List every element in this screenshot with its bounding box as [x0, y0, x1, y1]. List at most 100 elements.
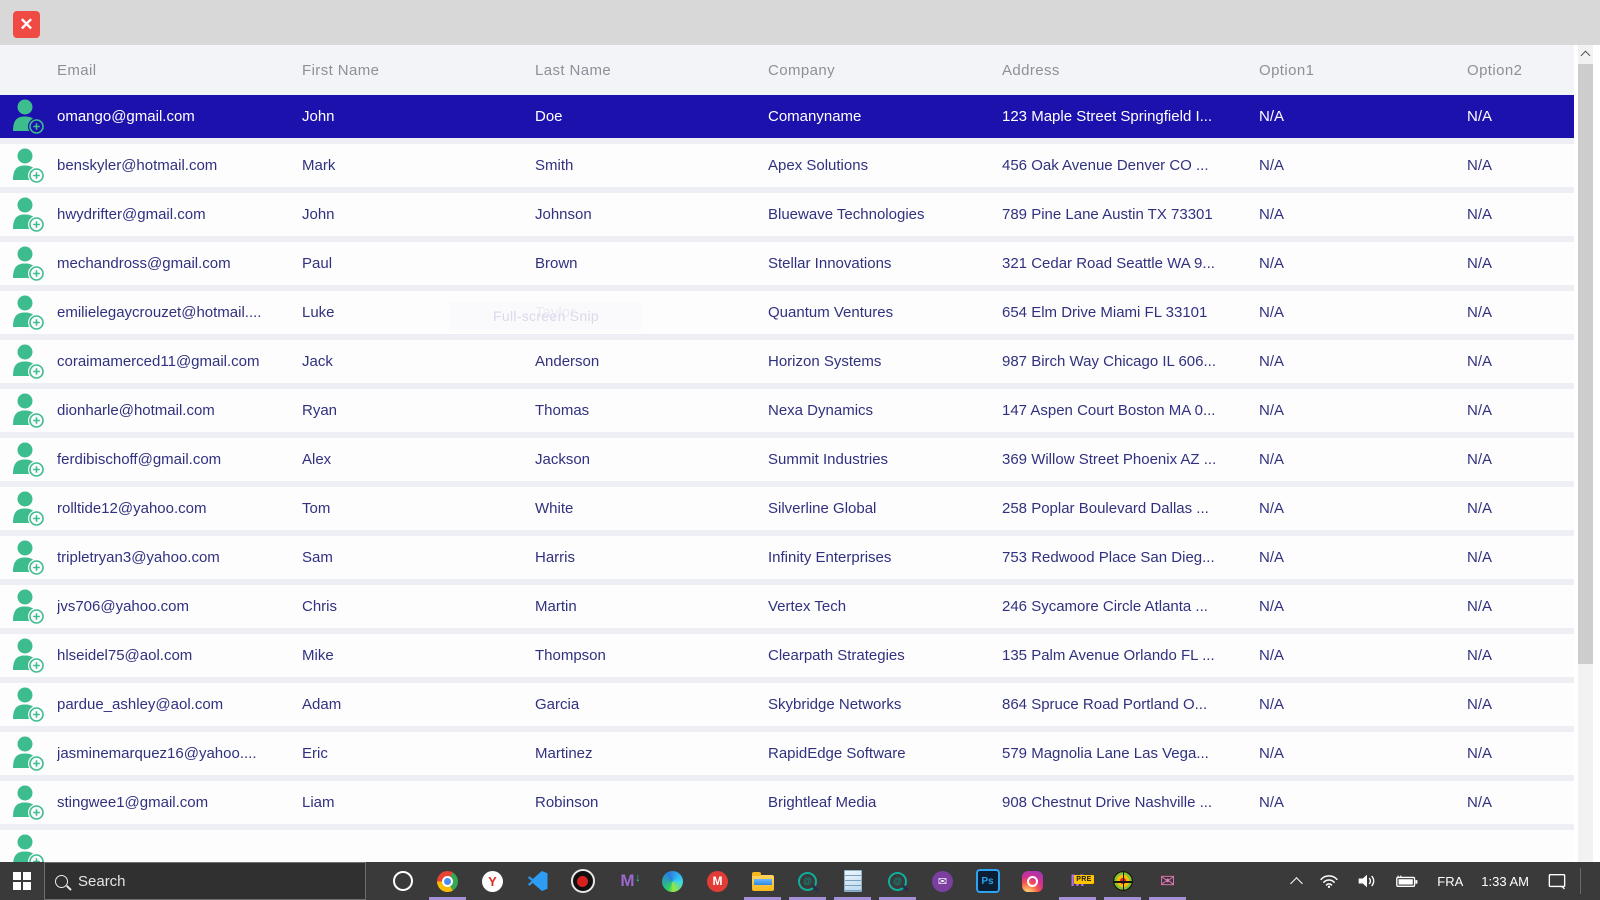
cell-address: 908 Chestnut Drive Nashville ... [1002, 794, 1259, 811]
table-row[interactable]: tripletryan3@yahoo.com Sam Harris Infini… [0, 536, 1574, 579]
cell-option2: N/A [1467, 794, 1574, 811]
cell-option1: N/A [1259, 451, 1467, 468]
add-contact-icon[interactable] [0, 438, 57, 481]
table-row[interactable]: mechandross@gmail.com Paul Brown Stellar… [0, 242, 1574, 285]
cell-email: tripletryan3@yahoo.com [57, 549, 302, 566]
table-body: omango@gmail.com John Doe Comanyname 123… [0, 95, 1574, 862]
close-button[interactable]: ✕ [13, 11, 40, 38]
add-contact-icon[interactable] [0, 193, 57, 236]
table-row-partial[interactable] [0, 830, 1574, 862]
email-extractor-2-icon[interactable]: @ [875, 862, 920, 900]
add-contact-icon[interactable] [0, 291, 57, 334]
col-email[interactable]: Email [57, 62, 302, 79]
cell-last-name: Jackson [535, 451, 768, 468]
mega-icon[interactable]: M↓ [605, 862, 650, 900]
table-row[interactable]: jasminemarquez16@yahoo.... Eric Martinez… [0, 732, 1574, 775]
cell-option2: N/A [1467, 500, 1574, 517]
photoshop-icon[interactable]: Ps [965, 862, 1010, 900]
cell-address: 456 Oak Avenue Denver CO ... [1002, 157, 1259, 174]
col-option1[interactable]: Option1 [1259, 62, 1467, 79]
cortana-icon[interactable] [380, 862, 425, 900]
add-contact-icon[interactable] [0, 144, 57, 187]
col-address[interactable]: Address [1002, 62, 1259, 79]
add-contact-icon[interactable] [0, 781, 57, 824]
chrome-icon[interactable] [425, 862, 470, 900]
add-contact-icon[interactable] [0, 585, 57, 628]
edge-icon[interactable] [650, 862, 695, 900]
cell-address: 123 Maple Street Springfield I... [1002, 108, 1259, 125]
language-indicator[interactable]: FRA [1430, 862, 1470, 900]
cell-option1: N/A [1259, 696, 1467, 713]
vertical-scrollbar[interactable] [1578, 45, 1593, 862]
add-contact-icon[interactable] [0, 340, 57, 383]
add-contact-icon[interactable] [0, 389, 57, 432]
action-center-icon[interactable] [1540, 862, 1574, 900]
table-row[interactable]: emilielegaycrouzet@hotmail.... Luke Tayl… [0, 291, 1574, 334]
table-row[interactable]: dionharle@hotmail.com Ryan Thomas Nexa D… [0, 389, 1574, 432]
cell-last-name: Brown [535, 255, 768, 272]
cell-option2: N/A [1467, 157, 1574, 174]
email-extractor-icon[interactable]: @ [785, 862, 830, 900]
show-desktop-button[interactable] [1587, 862, 1596, 900]
table-row[interactable]: jvs706@yahoo.com Chris Martin Vertex Tec… [0, 585, 1574, 628]
cell-option1: N/A [1259, 304, 1467, 321]
mail-app-icon[interactable]: ✉ [920, 862, 965, 900]
cell-company: Brightleaf Media [768, 794, 1002, 811]
file-explorer-icon[interactable] [740, 862, 785, 900]
cell-address: 789 Pine Lane Austin TX 73301 [1002, 206, 1259, 223]
table-row[interactable]: hlseidel75@aol.com Mike Thompson Clearpa… [0, 634, 1574, 677]
cell-email: hwydrifter@gmail.com [57, 206, 302, 223]
table-row[interactable]: omango@gmail.com John Doe Comanyname 123… [0, 95, 1574, 138]
cell-address: 135 Palm Avenue Orlando FL ... [1002, 647, 1259, 664]
cell-email: ferdibischoff@gmail.com [57, 451, 302, 468]
cell-address: 579 Magnolia Lane Las Vega... [1002, 745, 1259, 762]
table-row[interactable]: coraimamerced11@gmail.com Jack Anderson … [0, 340, 1574, 383]
table-row[interactable]: hwydrifter@gmail.com John Johnson Bluewa… [0, 193, 1574, 236]
taskbar-search-input[interactable]: Search [44, 862, 366, 900]
table-row[interactable]: benskyler@hotmail.com Mark Smith Apex So… [0, 144, 1574, 187]
add-contact-icon[interactable] [0, 95, 57, 138]
clock[interactable]: 1:33 AM [1474, 862, 1536, 900]
screen-recorder-icon[interactable] [560, 862, 605, 900]
movavi-icon[interactable]: MPRE [1055, 862, 1100, 900]
mail-checker-icon[interactable]: ✉ [1145, 862, 1190, 900]
volume-icon[interactable] [1350, 862, 1384, 900]
add-contact-icon[interactable] [0, 732, 57, 775]
scroll-up-icon[interactable] [1578, 45, 1593, 63]
contacts-table: Email First Name Last Name Company Addre… [0, 45, 1574, 862]
cell-email: mechandross@gmail.com [57, 255, 302, 272]
table-row[interactable]: stingwee1@gmail.com Liam Robinson Bright… [0, 781, 1574, 824]
col-first-name[interactable]: First Name [302, 62, 535, 79]
start-button[interactable] [0, 862, 44, 900]
add-contact-icon[interactable] [0, 536, 57, 579]
table-row[interactable]: pardue_ashley@aol.com Adam Garcia Skybri… [0, 683, 1574, 726]
add-contact-icon[interactable] [0, 487, 57, 530]
gmail-icon[interactable]: M [695, 862, 740, 900]
add-contact-icon[interactable] [0, 242, 57, 285]
search-icon [55, 875, 68, 888]
cell-option1: N/A [1259, 549, 1467, 566]
cell-first-name: Chris [302, 598, 535, 615]
wifi-icon[interactable] [1312, 862, 1346, 900]
col-last-name[interactable]: Last Name [535, 62, 768, 79]
vscode-icon[interactable] [515, 862, 560, 900]
battery-icon[interactable] [1388, 862, 1426, 900]
instagram-icon[interactable] [1010, 862, 1055, 900]
col-option2[interactable]: Option2 [1467, 62, 1574, 79]
cell-option1: N/A [1259, 598, 1467, 615]
notepad-icon[interactable] [830, 862, 875, 900]
yandex-browser-icon[interactable]: Y [470, 862, 515, 900]
cell-company: Quantum Ventures [768, 304, 1002, 321]
add-contact-icon[interactable] [0, 683, 57, 726]
table-row[interactable]: ferdibischoff@gmail.com Alex Jackson Sum… [0, 438, 1574, 481]
add-contact-icon[interactable] [0, 830, 57, 862]
scrollbar-thumb[interactable] [1578, 64, 1593, 664]
cell-email: hlseidel75@aol.com [57, 647, 302, 664]
cell-last-name: Anderson [535, 353, 768, 370]
tray-chevron-up-icon[interactable] [1285, 862, 1308, 900]
col-company[interactable]: Company [768, 62, 1002, 79]
cell-option1: N/A [1259, 206, 1467, 223]
add-contact-icon[interactable] [0, 634, 57, 677]
table-row[interactable]: rolltide12@yahoo.com Tom White Silverlin… [0, 487, 1574, 530]
target-app-icon[interactable] [1100, 862, 1145, 900]
